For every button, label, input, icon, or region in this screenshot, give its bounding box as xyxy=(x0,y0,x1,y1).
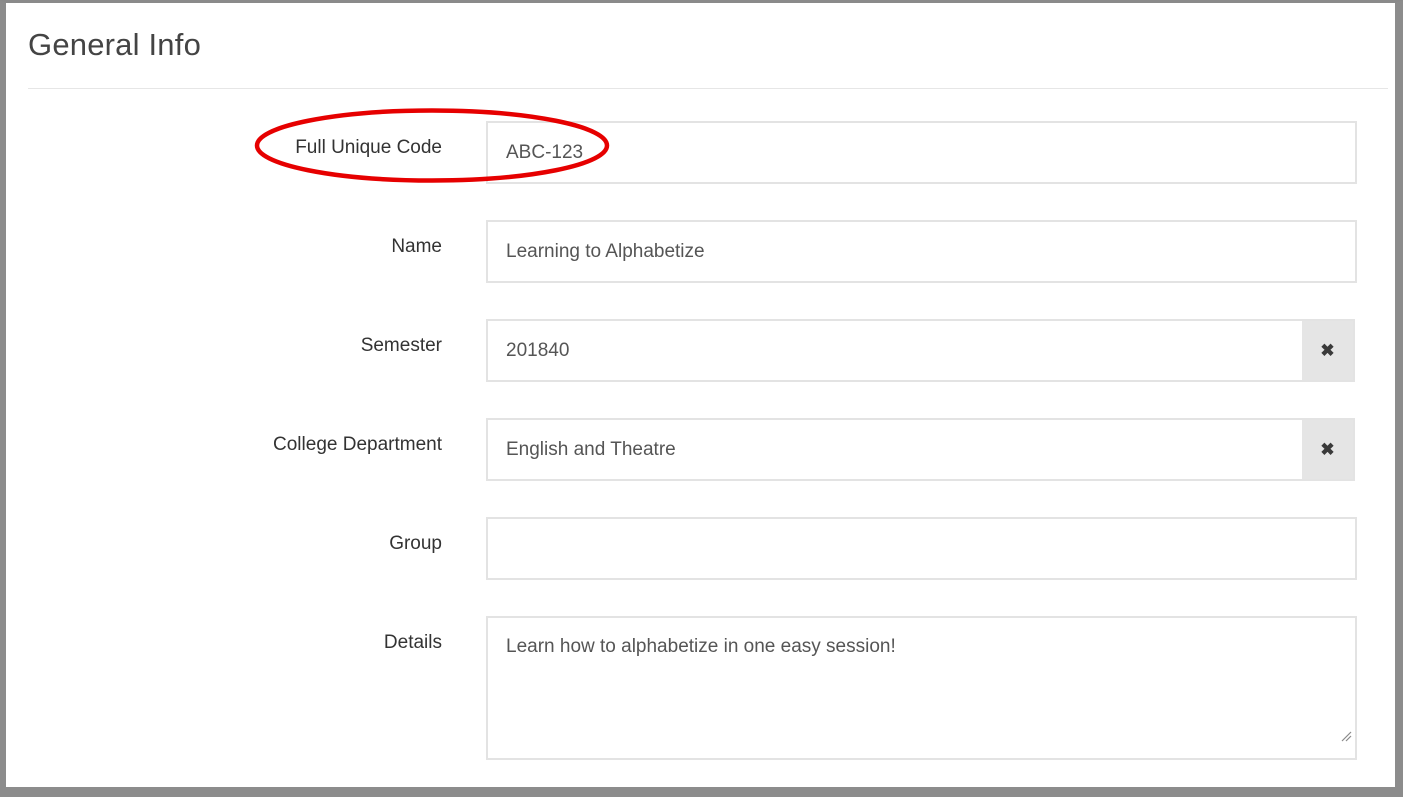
semester-clear-button[interactable]: ✖ xyxy=(1302,319,1355,382)
details-textarea[interactable]: Learn how to alphabetize in one easy ses… xyxy=(486,616,1357,760)
semester-select[interactable] xyxy=(486,319,1304,382)
group-input[interactable] xyxy=(486,517,1357,580)
close-icon: ✖ xyxy=(1320,340,1335,360)
college-department-clear-button[interactable]: ✖ xyxy=(1302,418,1355,481)
college-department-label: College Department xyxy=(273,434,442,455)
semester-label: Semester xyxy=(360,335,442,356)
title-divider xyxy=(28,88,1388,89)
full-unique-code-input[interactable] xyxy=(486,121,1357,184)
name-label: Name xyxy=(391,236,442,257)
group-label: Group xyxy=(389,533,442,554)
resize-grip-icon[interactable] xyxy=(1340,730,1352,742)
college-department-select[interactable] xyxy=(486,418,1304,481)
name-input[interactable] xyxy=(486,220,1357,283)
general-info-panel: General Info Full Unique Code Name Semes… xyxy=(6,3,1395,787)
panel-title: General Info xyxy=(28,27,202,62)
details-label: Details xyxy=(383,632,442,653)
full-unique-code-label: Full Unique Code xyxy=(295,137,442,158)
close-icon: ✖ xyxy=(1320,439,1335,459)
